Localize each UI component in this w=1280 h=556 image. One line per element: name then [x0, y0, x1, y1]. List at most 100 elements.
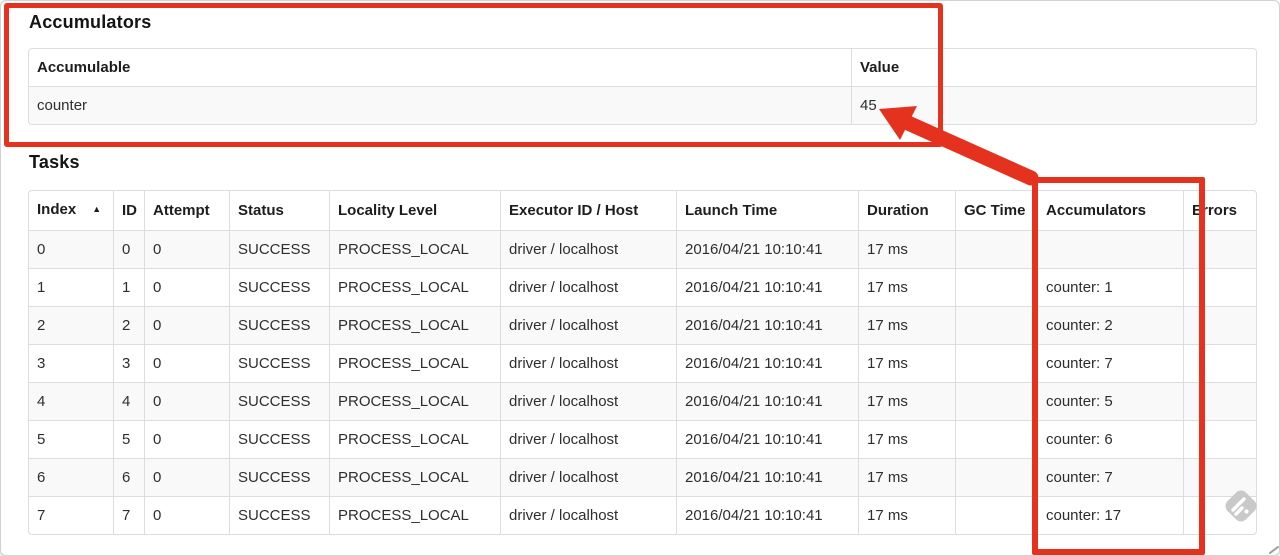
cell-errors	[1183, 382, 1256, 420]
cell-locality-level: PROCESS_LOCAL	[329, 230, 500, 268]
cell-gc-time	[955, 306, 1037, 344]
cell-errors	[1183, 420, 1256, 458]
task-row: 5 5 0 SUCCESS PROCESS_LOCAL driver / localhos…	[29, 420, 1256, 458]
cell-status: SUCCESS	[229, 420, 329, 458]
cell-launch-time: 2016/04/21 10:10:41	[676, 306, 858, 344]
cell-attempt: 0	[144, 496, 229, 534]
cell-accumulators: counter: 5	[1037, 382, 1183, 420]
cell-duration: 17 ms	[858, 458, 955, 496]
column-header-id[interactable]: ID	[113, 191, 144, 230]
accumulable-column-header: Accumulable	[29, 49, 851, 86]
cell-locality-level: PROCESS_LOCAL	[329, 268, 500, 306]
task-row: 4 4 0 SUCCESS PROCESS_LOCAL driver / localhos…	[29, 382, 1256, 420]
task-row: 7 7 0 SUCCESS PROCESS_LOCAL driver / localhos…	[29, 496, 1256, 534]
cell-status: SUCCESS	[229, 382, 329, 420]
cell-locality-level: PROCESS_LOCAL	[329, 344, 500, 382]
cell-attempt: 0	[144, 268, 229, 306]
pencil-tip-mark-icon	[1269, 546, 1279, 554]
cell-index: 1	[29, 268, 113, 306]
cell-index: 4	[29, 382, 113, 420]
cell-status: SUCCESS	[229, 344, 329, 382]
column-header-gc-time[interactable]: GC Time	[955, 191, 1037, 230]
cell-id: 3	[113, 344, 144, 382]
cell-launch-time: 2016/04/21 10:10:41	[676, 382, 858, 420]
column-header-index-label: Index	[37, 201, 77, 218]
cell-executor: driver / localhost	[500, 496, 676, 534]
cell-status: SUCCESS	[229, 496, 329, 534]
cell-executor: driver / localhost	[500, 230, 676, 268]
cell-gc-time	[955, 458, 1037, 496]
cell-locality-level: PROCESS_LOCAL	[329, 306, 500, 344]
cell-id: 4	[113, 382, 144, 420]
task-row: 0 0 0 SUCCESS PROCESS_LOCAL driver / localhos…	[29, 230, 1256, 268]
cell-duration: 17 ms	[858, 344, 955, 382]
cell-executor: driver / localhost	[500, 306, 676, 344]
cell-attempt: 0	[144, 344, 229, 382]
column-header-errors[interactable]: Errors	[1183, 191, 1256, 230]
cell-attempt: 0	[144, 306, 229, 344]
cell-status: SUCCESS	[229, 230, 329, 268]
cell-launch-time: 2016/04/21 10:10:41	[676, 420, 858, 458]
task-row: 2 2 0 SUCCESS PROCESS_LOCAL driver / localhos…	[29, 306, 1256, 344]
cell-errors	[1183, 306, 1256, 344]
column-header-accumulators[interactable]: Accumulators	[1037, 191, 1183, 230]
cell-id: 7	[113, 496, 144, 534]
cell-status: SUCCESS	[229, 306, 329, 344]
cell-executor: driver / localhost	[500, 420, 676, 458]
cell-id: 6	[113, 458, 144, 496]
cell-launch-time: 2016/04/21 10:10:41	[676, 344, 858, 382]
cell-errors	[1183, 344, 1256, 382]
task-row: 6 6 0 SUCCESS PROCESS_LOCAL driver / localhos…	[29, 458, 1256, 496]
column-header-duration[interactable]: Duration	[858, 191, 955, 230]
cell-gc-time	[955, 230, 1037, 268]
sort-ascending-icon: ▲	[92, 204, 102, 214]
cell-gc-time	[955, 382, 1037, 420]
cell-accumulators: counter: 1	[1037, 268, 1183, 306]
column-header-index[interactable]: Index ▲	[29, 191, 113, 230]
cell-index: 7	[29, 496, 113, 534]
tasks-header-row: Index ▲ ID Attempt Status Locality Level …	[29, 191, 1256, 230]
cell-gc-time	[955, 420, 1037, 458]
task-row: 3 3 0 SUCCESS PROCESS_LOCAL driver / localhos…	[29, 344, 1256, 382]
cell-executor: driver / localhost	[500, 344, 676, 382]
accumulable-name-cell: counter	[29, 86, 851, 124]
column-header-executor-id-host[interactable]: Executor ID / Host	[500, 191, 676, 230]
cell-id: 1	[113, 268, 144, 306]
cell-duration: 17 ms	[858, 420, 955, 458]
cell-duration: 17 ms	[858, 382, 955, 420]
column-header-attempt[interactable]: Attempt	[144, 191, 229, 230]
cell-errors	[1183, 496, 1256, 534]
cell-index: 2	[29, 306, 113, 344]
cell-locality-level: PROCESS_LOCAL	[329, 458, 500, 496]
accumulators-table: Accumulable Value counter 45	[28, 48, 1257, 125]
cell-accumulators: counter: 6	[1037, 420, 1183, 458]
column-header-status[interactable]: Status	[229, 191, 329, 230]
task-row: 1 1 0 SUCCESS PROCESS_LOCAL driver / localhos…	[29, 268, 1256, 306]
cell-id: 2	[113, 306, 144, 344]
cell-accumulators: counter: 2	[1037, 306, 1183, 344]
cell-attempt: 0	[144, 230, 229, 268]
cell-gc-time	[955, 496, 1037, 534]
cell-attempt: 0	[144, 420, 229, 458]
cell-executor: driver / localhost	[500, 268, 676, 306]
cell-duration: 17 ms	[858, 230, 955, 268]
cell-index: 3	[29, 344, 113, 382]
cell-status: SUCCESS	[229, 458, 329, 496]
cell-gc-time	[955, 344, 1037, 382]
accumulable-value-cell: 45	[851, 86, 1256, 124]
cell-launch-time: 2016/04/21 10:10:41	[676, 458, 858, 496]
column-header-locality-level[interactable]: Locality Level	[329, 191, 500, 230]
accumulators-heading: Accumulators	[29, 12, 152, 32]
accumulator-row: counter 45	[29, 86, 1256, 124]
cell-duration: 17 ms	[858, 306, 955, 344]
cell-errors	[1183, 268, 1256, 306]
cell-index: 5	[29, 420, 113, 458]
cell-index: 6	[29, 458, 113, 496]
cell-executor: driver / localhost	[500, 458, 676, 496]
value-column-header: Value	[851, 49, 1256, 86]
cell-errors	[1183, 230, 1256, 268]
cell-duration: 17 ms	[858, 268, 955, 306]
cell-accumulators: counter: 17	[1037, 496, 1183, 534]
column-header-launch-time[interactable]: Launch Time	[676, 191, 858, 230]
accumulators-header-row: Accumulable Value	[29, 49, 1256, 86]
